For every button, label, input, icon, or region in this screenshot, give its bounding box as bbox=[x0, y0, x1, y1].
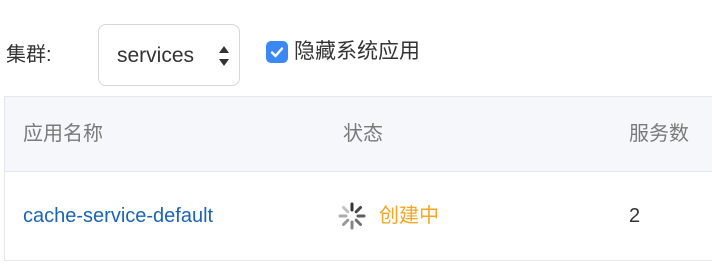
column-header-services[interactable]: 服务数 bbox=[629, 121, 689, 147]
app-name-link[interactable]: cache-service-default bbox=[23, 203, 213, 229]
app-list-panel: 集群: services 隐藏系统应用 应用名称 状态 服务数 cache-se… bbox=[0, 0, 712, 280]
loading-spinner-icon bbox=[338, 202, 366, 230]
table-body: cache-service-default 创建中 2 bbox=[5, 172, 712, 261]
column-header-name[interactable]: 应用名称 bbox=[23, 121, 103, 147]
status-text: 创建中 bbox=[379, 205, 439, 227]
hide-system-apps-label: 隐藏系统应用 bbox=[294, 40, 420, 63]
table-header: 应用名称 状态 服务数 bbox=[5, 97, 712, 172]
check-icon bbox=[270, 47, 284, 58]
column-header-status[interactable]: 状态 bbox=[343, 121, 383, 147]
filter-bar: 集群: services 隐藏系统应用 bbox=[0, 22, 712, 88]
status-cell: 创建中 bbox=[337, 201, 439, 231]
cluster-select-value: services bbox=[117, 44, 195, 67]
table-row: cache-service-default 创建中 2 bbox=[5, 172, 712, 261]
service-count: 2 bbox=[629, 205, 641, 227]
select-arrows-icon bbox=[219, 46, 229, 66]
hide-system-apps-checkbox[interactable] bbox=[266, 41, 288, 63]
app-table: 应用名称 状态 服务数 cache-service-default 创建中 2 bbox=[4, 96, 712, 261]
hide-system-apps-toggle[interactable]: 隐藏系统应用 bbox=[266, 38, 420, 66]
cluster-select[interactable]: services bbox=[98, 24, 240, 86]
cluster-label: 集群: bbox=[6, 44, 52, 66]
